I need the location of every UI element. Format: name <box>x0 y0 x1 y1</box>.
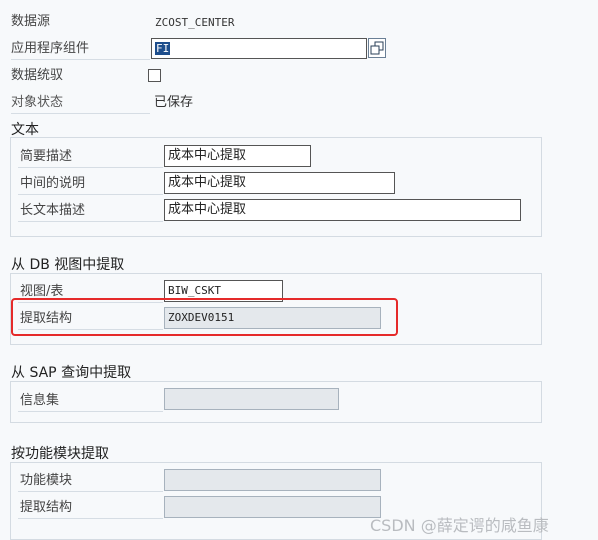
object-status-value: 已保存 <box>154 95 194 110</box>
long-desc-label: 长文本描述 <box>18 200 163 222</box>
function-module-input <box>164 469 381 491</box>
app-component-input[interactable]: FI <box>151 38 367 59</box>
datasource-value: ZCOST_CENTER <box>155 16 235 29</box>
long-desc-input[interactable]: 成本中心提取 <box>164 199 521 221</box>
medium-desc-label: 中间的说明 <box>18 173 163 195</box>
infoset-label: 信息集 <box>18 390 163 412</box>
app-component-label: 应用程序组件 <box>11 41 150 60</box>
copy-icon <box>370 41 384 55</box>
function-module-label: 功能模块 <box>18 470 163 492</box>
red-highlight-box <box>11 298 398 336</box>
object-status-label: 对象状态 <box>11 95 150 114</box>
datasource-label: 数据源 <box>11 14 51 29</box>
fm-extract-structure-input <box>164 496 381 518</box>
short-desc-label: 简要描述 <box>18 146 163 168</box>
infoset-input <box>164 388 339 410</box>
data-security-label: 数据统驭 <box>11 68 64 83</box>
value-help-button[interactable] <box>368 38 386 58</box>
medium-desc-input[interactable]: 成本中心提取 <box>164 172 395 194</box>
app-component-value: FI <box>155 42 171 55</box>
function-module-section-title: 按功能模块提取 <box>11 446 109 462</box>
data-security-checkbox[interactable] <box>148 69 161 82</box>
text-section-title: 文本 <box>11 122 39 138</box>
db-view-section-title: 从 DB 视图中提取 <box>11 257 125 273</box>
fm-extract-structure-label: 提取结构 <box>18 497 163 519</box>
watermark: CSDN @薛定谔的咸鱼康 <box>370 516 549 535</box>
short-desc-input[interactable]: 成本中心提取 <box>164 145 311 167</box>
sap-query-section-title: 从 SAP 查询中提取 <box>11 365 132 381</box>
